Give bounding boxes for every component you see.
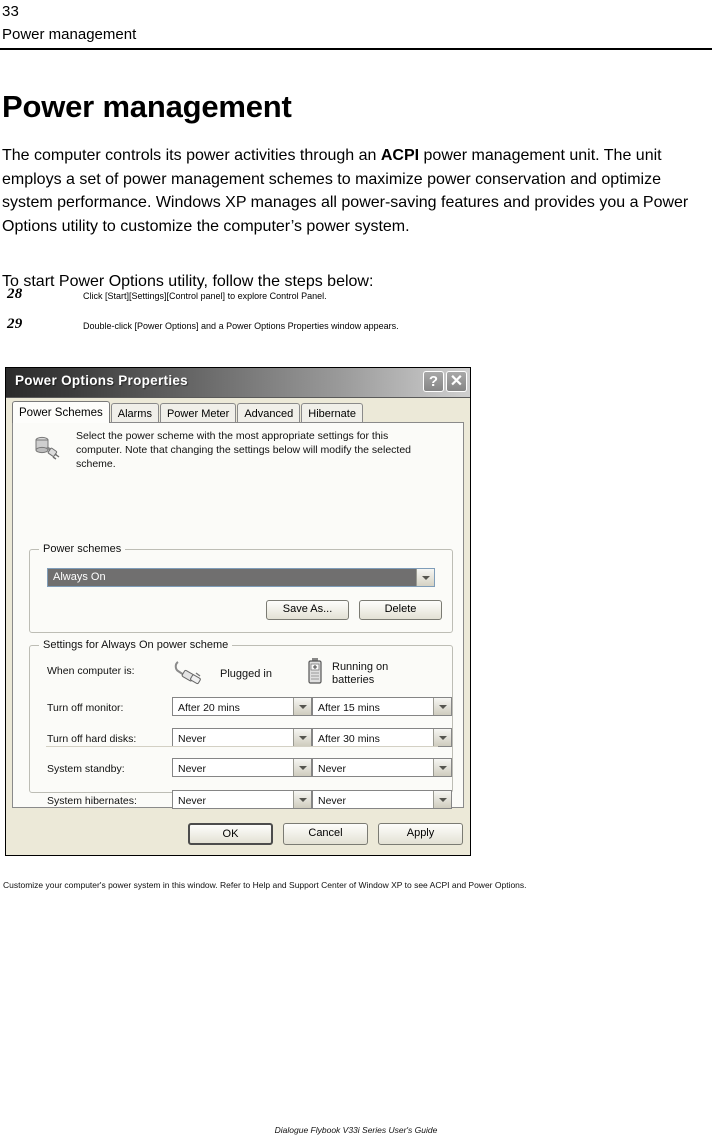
header-divider (0, 48, 712, 50)
ok-button[interactable]: OK (188, 823, 273, 845)
turn-off-monitor-label: Turn off monitor: (47, 702, 124, 714)
value: Never (178, 733, 207, 745)
power-options-properties-dialog[interactable]: Power Options Properties ? ✕ Power Schem… (5, 367, 471, 856)
steps-list: 28 Click [Start][Settings][Control panel… (0, 286, 600, 339)
intro-text-pre: The computer controls its power activiti… (2, 147, 381, 164)
power-scheme-value: Always On (53, 571, 106, 583)
turn-off-monitor-batteries-select[interactable]: After 15 mins (312, 697, 452, 716)
dialog-titlebar[interactable]: Power Options Properties ? ✕ (6, 368, 470, 398)
dialog-title: Power Options Properties (15, 373, 188, 388)
groupbox-title: Power schemes (39, 542, 126, 556)
dialog-footer: OK Cancel Apply (6, 823, 470, 847)
chevron-down-icon[interactable] (293, 698, 311, 715)
step-text: Click [Start][Settings][Control panel] t… (83, 291, 327, 301)
close-icon[interactable]: ✕ (446, 371, 467, 392)
value: After 15 mins (318, 702, 380, 714)
info-text: Select the power scheme with the most ap… (76, 430, 412, 470)
settings-grid: When computer is: Plugged in Running on … (30, 646, 452, 809)
system-hibernates-batteries-select[interactable]: Never (312, 790, 452, 809)
plugged-in-label: Plugged in (220, 668, 272, 680)
titlebar-buttons[interactable]: ? ✕ (423, 371, 467, 392)
value: After 30 mins (318, 733, 380, 745)
running-on-batteries-label: Running on batteries (332, 661, 389, 686)
value: Never (178, 795, 207, 807)
turn-off-hard-disks-batteries-select[interactable]: After 30 mins (312, 728, 452, 747)
chevron-down-icon[interactable] (416, 569, 434, 586)
when-computer-is-label: When computer is: (47, 665, 135, 677)
page-title: Power management (2, 88, 292, 124)
system-standby-label: System standby: (47, 763, 125, 775)
figure-caption: Customize your computer's power system i… (3, 880, 527, 890)
running-head: Power management (2, 26, 137, 43)
system-standby-plugged-select[interactable]: Never (172, 758, 312, 777)
cancel-button[interactable]: Cancel (283, 823, 368, 845)
turn-off-monitor-plugged-select[interactable]: After 20 mins (172, 697, 312, 716)
tab-power-meter[interactable]: Power Meter (159, 403, 237, 423)
tab-power-schemes[interactable]: Power Schemes (12, 401, 110, 423)
page-number: 33 (2, 3, 20, 20)
settings-groupbox: Settings for Always On power scheme When… (29, 638, 453, 809)
chevron-down-icon[interactable] (293, 759, 311, 776)
chevron-down-icon[interactable] (433, 759, 451, 776)
step-number: 28 (7, 286, 23, 302)
list-item: 29 Double-click [Power Options] and a Po… (0, 316, 600, 339)
intro-paragraph: The computer controls its power activiti… (2, 144, 706, 238)
apply-button[interactable]: Apply (378, 823, 463, 845)
settings-divider (46, 746, 438, 747)
turn-off-hard-disks-plugged-select[interactable]: Never (172, 728, 312, 747)
tab-advanced[interactable]: Advanced (237, 403, 301, 423)
save-as-button[interactable]: Save As... (266, 600, 349, 620)
battery-icon (308, 658, 322, 684)
chevron-down-icon[interactable] (293, 791, 311, 808)
system-hibernates-label: System hibernates: (47, 795, 137, 807)
system-standby-batteries-select[interactable]: Never (312, 758, 452, 777)
value: Never (318, 763, 347, 775)
page-header: 33 Power management (0, 0, 712, 50)
list-item: 28 Click [Start][Settings][Control panel… (0, 286, 600, 309)
value: After 20 mins (178, 702, 240, 714)
plug-icon (172, 660, 204, 686)
power-plug-icon (32, 435, 60, 461)
chevron-down-icon[interactable] (293, 729, 311, 746)
step-text: Double-click [Power Options] and a Power… (83, 321, 399, 331)
power-schemes-groupbox: Power schemes Always On Save As... Delet… (29, 542, 453, 633)
tab-hibernate[interactable]: Hibernate (301, 403, 363, 423)
acpi-term: ACPI (380, 147, 420, 164)
power-schemes-panel: Select the power scheme with the most ap… (12, 422, 464, 809)
tab-alarms[interactable]: Alarms (110, 403, 159, 423)
chevron-down-icon[interactable] (433, 729, 451, 746)
value: Never (318, 795, 347, 807)
document-footer: Dialogue Flybook V33i Series User's Guid… (274, 1125, 438, 1135)
value: Never (178, 763, 207, 775)
help-icon[interactable]: ? (423, 371, 444, 392)
turn-off-hard-disks-label: Turn off hard disks: (47, 733, 137, 745)
dialog-tabs[interactable]: Power Schemes Alarms Power Meter Advance… (12, 401, 470, 423)
info-row: Select the power scheme with the most ap… (13, 423, 463, 483)
chevron-down-icon[interactable] (433, 698, 451, 715)
system-hibernates-plugged-select[interactable]: Never (172, 790, 312, 809)
step-number: 29 (7, 316, 23, 332)
delete-button[interactable]: Delete (359, 600, 442, 620)
power-scheme-select[interactable]: Always On (47, 568, 435, 587)
chevron-down-icon[interactable] (433, 791, 451, 808)
